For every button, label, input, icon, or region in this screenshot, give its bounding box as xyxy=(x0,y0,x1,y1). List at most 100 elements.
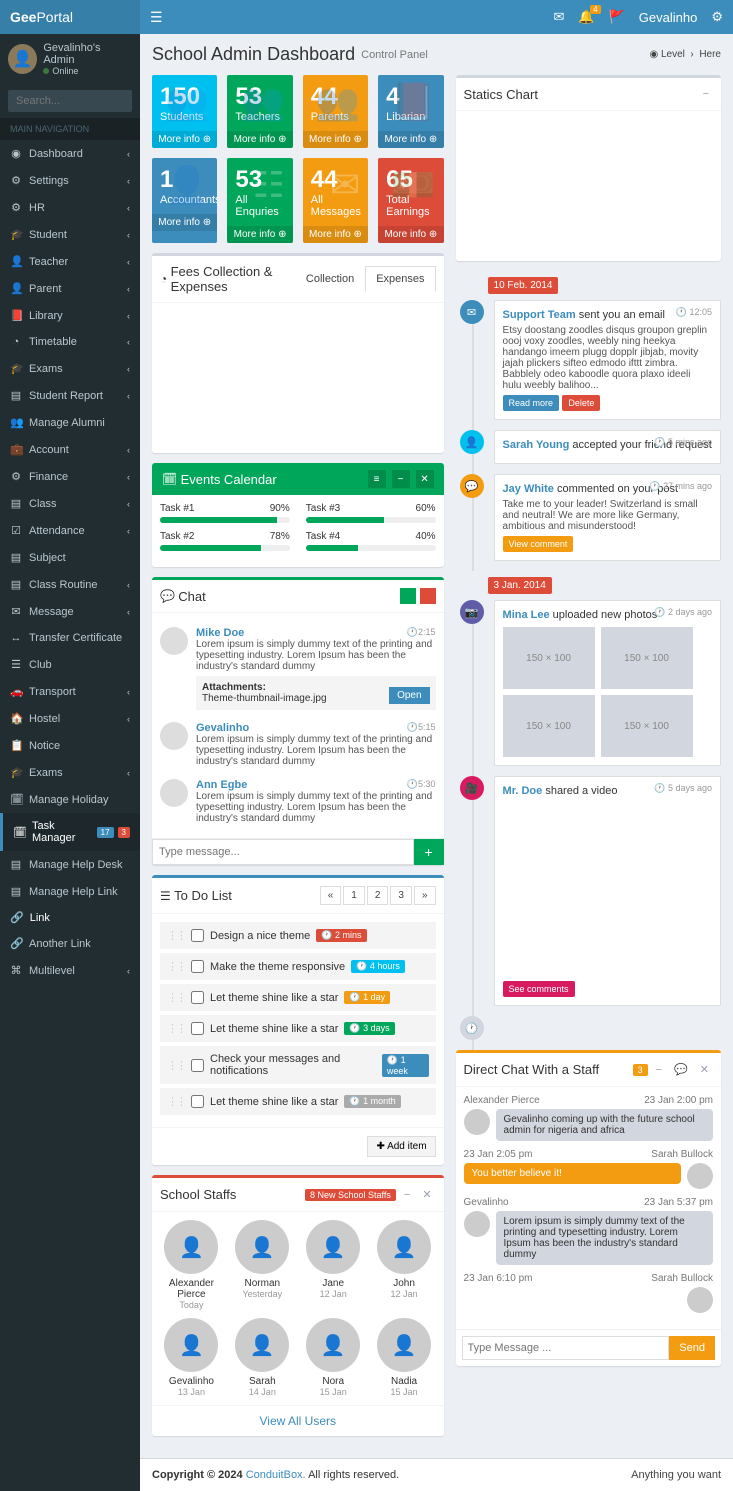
sidebar-item-student-report[interactable]: ▤Student Report‹ xyxy=(0,382,140,409)
staff-card[interactable]: 👤Nora15 Jan xyxy=(303,1318,363,1397)
sidebar-item-class[interactable]: ▤Class‹ xyxy=(0,490,140,517)
dc-contacts-button[interactable]: 💬 xyxy=(670,1061,692,1078)
sidebar-item-timetable[interactable]: ◔Timetable‹ xyxy=(0,329,140,355)
flag-icon[interactable]: 🚩 xyxy=(609,9,625,25)
staff-card[interactable]: 👤John12 Jan xyxy=(374,1220,434,1310)
open-attachment-button[interactable]: Open xyxy=(389,687,429,704)
staff-card[interactable]: 👤Jane12 Jan xyxy=(303,1220,363,1310)
footer: Copyright © 2024 ConduitBox. All rights … xyxy=(140,1458,733,1491)
topbar-user[interactable]: Gevalinho xyxy=(639,10,698,25)
staff-card[interactable]: 👤NormanYesterday xyxy=(232,1220,292,1310)
sidebar-item-transfer-certificate[interactable]: ↔Transfer Certificate xyxy=(0,625,140,651)
sidebar-item-manage-alumni[interactable]: 👥Manage Alumni xyxy=(0,409,140,436)
more-info-link[interactable]: More info ⊕ xyxy=(227,226,292,243)
add-item-button[interactable]: ✚ Add item xyxy=(367,1136,435,1157)
sidebar-item-manage-holiday[interactable]: 🗓Manage Holiday xyxy=(0,786,140,813)
chat-input[interactable] xyxy=(152,839,414,865)
statics-minimize-button[interactable]: − xyxy=(699,86,713,102)
sidebar-item-transport[interactable]: 🚗Transport‹ xyxy=(0,678,140,705)
page-link[interactable]: 3 xyxy=(390,886,412,905)
chat-status-red[interactable] xyxy=(420,588,436,604)
chat-status-green[interactable] xyxy=(400,588,416,604)
sidebar-item-teacher[interactable]: 👤Teacher‹ xyxy=(0,248,140,275)
tab-collection[interactable]: Collection xyxy=(295,266,365,292)
fees-title: Fees Collection & Expenses xyxy=(171,264,295,294)
page-link[interactable]: 1 xyxy=(343,886,365,905)
staff-card[interactable]: 👤Gevalinho13 Jan xyxy=(161,1318,221,1397)
sidebar-item-hr[interactable]: ⚙HR‹ xyxy=(0,194,140,221)
staffs-close-button[interactable]: ✕ xyxy=(418,1186,435,1203)
dc-minimize-button[interactable]: − xyxy=(652,1062,666,1078)
sidebar-item-attendance[interactable]: ☑Attendance‹ xyxy=(0,517,140,544)
page-link[interactable]: 2 xyxy=(367,886,389,905)
chat-send-button[interactable]: + xyxy=(414,839,444,865)
todo-checkbox[interactable] xyxy=(191,929,204,942)
more-info-link[interactable]: More info ⊕ xyxy=(152,214,217,231)
events-minimize-button[interactable]: − xyxy=(392,470,410,488)
direct-chat-send-button[interactable]: Send xyxy=(669,1336,715,1360)
todo-checkbox[interactable] xyxy=(191,960,204,973)
user-avatar[interactable]: 👤 xyxy=(8,44,37,74)
staff-card[interactable]: 👤Sarah14 Jan xyxy=(232,1318,292,1397)
drag-handle[interactable]: ⋮⋮ xyxy=(167,960,185,973)
sidebar-item-student[interactable]: 🎓Student‹ xyxy=(0,221,140,248)
todo-checkbox[interactable] xyxy=(191,991,204,1004)
sidebar-item-parent[interactable]: 👤Parent‹ xyxy=(0,275,140,302)
sidebar-toggle[interactable]: ☰ xyxy=(150,9,163,26)
footer-brand-link[interactable]: ConduitBox. xyxy=(246,1469,306,1481)
page-link[interactable]: » xyxy=(414,886,436,905)
sidebar-item-library[interactable]: 📕Library‹ xyxy=(0,302,140,329)
sidebar-item-task-manager[interactable]: 🗓Task Manager173 xyxy=(0,813,140,851)
sidebar-item-message[interactable]: ✉Message‹ xyxy=(0,598,140,625)
more-info-link[interactable]: More info ⊕ xyxy=(227,131,292,148)
view-all-users-link[interactable]: View All Users xyxy=(260,1414,336,1428)
sidebar-item-hostel[interactable]: 🏠Hostel‹ xyxy=(0,705,140,732)
sidebar-item-finance[interactable]: ⚙Finance‹ xyxy=(0,463,140,490)
sidebar-item-exams[interactable]: 🎓Exams‹ xyxy=(0,355,140,382)
drag-handle[interactable]: ⋮⋮ xyxy=(167,991,185,1004)
todo-checkbox[interactable] xyxy=(191,1095,204,1108)
sidebar-item-manage-help-desk[interactable]: ▤Manage Help Desk xyxy=(0,851,140,878)
more-info-link[interactable]: More info ⊕ xyxy=(378,226,443,243)
photo-placeholder: 150 × 100 xyxy=(503,695,595,757)
todo-checkbox[interactable] xyxy=(191,1059,204,1072)
todo-checkbox[interactable] xyxy=(191,1022,204,1035)
gears-icon[interactable]: ⚙ xyxy=(711,9,723,25)
more-info-link[interactable]: More info ⊕ xyxy=(152,131,217,148)
timeline-action-button[interactable]: Read more xyxy=(503,395,560,411)
events-close-button[interactable]: ✕ xyxy=(416,470,434,488)
more-info-link[interactable]: More info ⊕ xyxy=(378,131,443,148)
timeline-action-button[interactable]: Delete xyxy=(562,395,600,411)
page-link[interactable]: « xyxy=(320,886,342,905)
timeline-action-button[interactable]: See comments xyxy=(503,981,575,997)
sidebar-item-settings[interactable]: ⚙Settings‹ xyxy=(0,167,140,194)
sidebar-item-another-link[interactable]: 🔗Another Link xyxy=(0,930,140,957)
sidebar-item-notice[interactable]: 📋Notice xyxy=(0,732,140,759)
chat-message: Ann EgbeLorem ipsum is simply dummy text… xyxy=(160,773,436,830)
events-menu-button[interactable]: ≡ xyxy=(368,470,386,488)
sidebar-item-exams[interactable]: 🎓Exams‹ xyxy=(0,759,140,786)
direct-chat-input[interactable] xyxy=(462,1336,670,1360)
drag-handle[interactable]: ⋮⋮ xyxy=(167,1022,185,1035)
drag-handle[interactable]: ⋮⋮ xyxy=(167,1095,185,1108)
staffs-minimize-button[interactable]: − xyxy=(400,1187,414,1203)
sidebar-item-subject[interactable]: ▤Subject xyxy=(0,544,140,571)
sidebar-item-club[interactable]: ☰Club xyxy=(0,651,140,678)
more-info-link[interactable]: More info ⊕ xyxy=(303,226,368,243)
timeline-action-button[interactable]: View comment xyxy=(503,536,574,552)
drag-handle[interactable]: ⋮⋮ xyxy=(167,1059,185,1072)
sidebar-item-manage-help-link[interactable]: ▤Manage Help Link xyxy=(0,878,140,905)
staff-card[interactable]: 👤Alexander PierceToday xyxy=(161,1220,221,1310)
sidebar-item-class-routine[interactable]: ▤Class Routine‹ xyxy=(0,571,140,598)
sidebar-item-account[interactable]: 💼Account‹ xyxy=(0,436,140,463)
tab-expenses[interactable]: Expenses xyxy=(365,266,435,292)
more-info-link[interactable]: More info ⊕ xyxy=(303,131,368,148)
notifications-icon[interactable]: 🔔4 xyxy=(578,9,594,25)
sidebar-item-multilevel[interactable]: ⌘Multilevel‹ xyxy=(0,957,140,984)
staff-card[interactable]: 👤Nadia15 Jan xyxy=(374,1318,434,1397)
logo[interactable]: GeePortal xyxy=(0,0,140,34)
mail-icon[interactable]: ✉ xyxy=(554,9,565,25)
dc-close-button[interactable]: ✕ xyxy=(696,1061,713,1078)
sidebar-item-dashboard[interactable]: ◉Dashboard‹ xyxy=(0,140,140,167)
drag-handle[interactable]: ⋮⋮ xyxy=(167,929,185,942)
